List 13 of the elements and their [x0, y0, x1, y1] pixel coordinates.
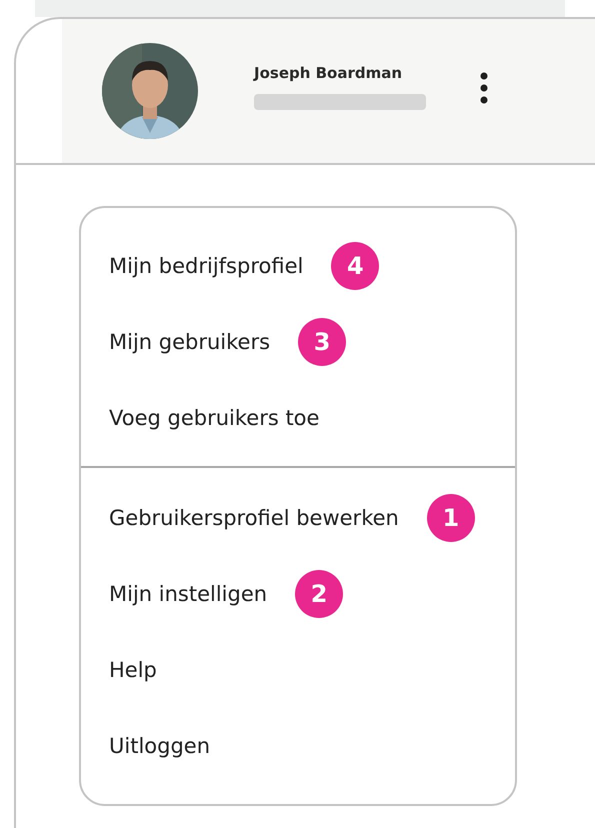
menu-item[interactable]: Help — [109, 658, 157, 682]
more-icon[interactable] — [480, 72, 488, 104]
number-badge: 2 — [295, 570, 344, 618]
user-name: Joseph Boardman — [254, 64, 404, 82]
menu-item[interactable]: Voeg gebruikers toe — [109, 406, 320, 430]
menu-item[interactable]: Gebruikersprofiel bewerken — [109, 506, 399, 530]
number-badge: 3 — [298, 318, 346, 366]
number-badge: 4 — [331, 242, 380, 290]
menu-item[interactable]: Mijn bedrijfsprofiel — [109, 254, 304, 278]
menu-item[interactable]: Uitloggen — [109, 734, 210, 758]
menu-item[interactable]: Mijn gebruikers — [109, 330, 270, 354]
number-badge: 1 — [426, 494, 475, 542]
menu-item[interactable]: Mijn instelligen — [109, 582, 268, 606]
